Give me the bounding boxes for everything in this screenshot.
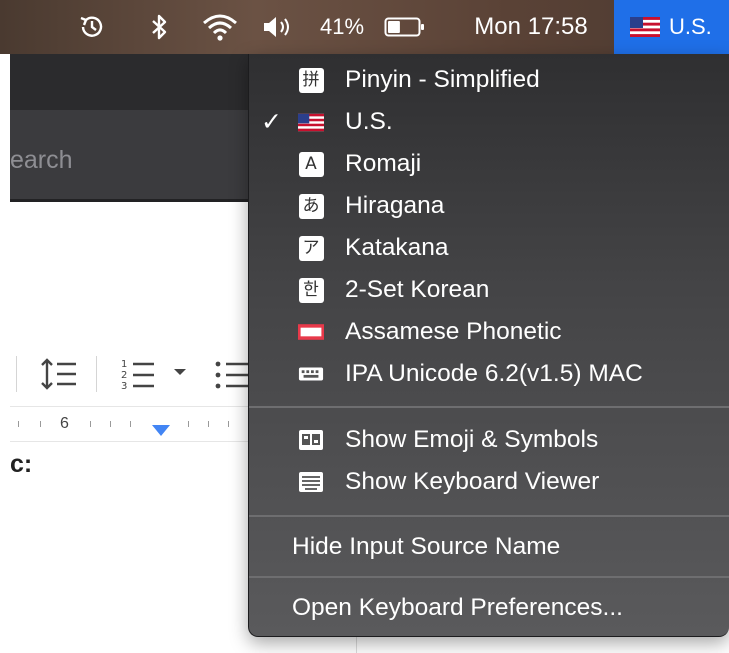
volume-icon[interactable]: [258, 0, 300, 54]
menu-separator: [249, 515, 729, 517]
menu-item-hide-input-source-name[interactable]: Hide Input Source Name: [249, 526, 729, 568]
menu-item-romaji[interactable]: A Romaji: [249, 143, 729, 185]
menu-item-label: Pinyin - Simplified: [345, 66, 540, 93]
ruler-tick: [90, 421, 91, 427]
emoji-symbols-icon: [298, 427, 324, 453]
korean-icon: 한: [298, 277, 324, 303]
ruler-tick: [18, 421, 19, 427]
us-flag-icon: [298, 109, 324, 135]
svg-text:3: 3: [121, 381, 127, 392]
ruler-tick: [40, 421, 41, 427]
app-title-bar: [10, 54, 260, 110]
menu-item-label: Katakana: [345, 234, 449, 261]
document-text: c:: [10, 450, 33, 478]
input-source-label: U.S.: [669, 14, 712, 39]
indent-marker[interactable]: [152, 425, 170, 436]
menu-item-label: Hide Input Source Name: [292, 533, 561, 560]
svg-text:1: 1: [121, 359, 127, 370]
katakana-icon: ア: [298, 235, 324, 261]
search-placeholder: earch: [10, 146, 73, 174]
menu-item-katakana[interactable]: ア Katakana: [249, 227, 729, 269]
app-search-bar[interactable]: earch: [10, 110, 260, 202]
menu-item-pinyin[interactable]: 拼 Pinyin - Simplified: [249, 59, 729, 101]
menu-item-label: Show Emoji & Symbols: [345, 426, 599, 453]
menu-item-korean[interactable]: 한 2-Set Korean: [249, 269, 729, 311]
menu-item-label: 2-Set Korean: [345, 276, 490, 303]
menu-separator: [249, 576, 729, 578]
page-edge: [356, 636, 357, 653]
time-machine-icon[interactable]: [72, 0, 112, 54]
keyboard-viewer-icon: [298, 469, 324, 495]
checkmark-icon: ✓: [261, 108, 282, 136]
ruler-tick: [188, 421, 189, 427]
menu-bar: 41% Mon 17:58 U.S.: [0, 0, 729, 54]
battery-percentage[interactable]: 41%: [320, 0, 376, 54]
svg-text:2: 2: [121, 370, 127, 381]
clock[interactable]: Mon 17:58: [456, 0, 606, 54]
menu-separator: [249, 406, 729, 408]
window-edge: [0, 54, 10, 653]
input-source-menu[interactable]: U.S.: [614, 0, 729, 54]
menu-item-label: Assamese Phonetic: [345, 318, 562, 345]
menu-item-label: U.S.: [345, 108, 393, 135]
hiragana-icon: あ: [298, 193, 324, 219]
toolbar-divider: [96, 356, 97, 392]
doc-ruler[interactable]: 6: [10, 406, 260, 442]
ruler-tick: [130, 421, 131, 427]
numbered-list-icon[interactable]: 1 2 3: [120, 356, 160, 397]
menu-item-ipa[interactable]: IPA Unicode 6.2(v1.5) MAC: [249, 353, 729, 395]
bluetooth-icon[interactable]: [144, 0, 176, 54]
toolbar-divider: [16, 356, 17, 392]
menu-item-assamese[interactable]: Assamese Phonetic: [249, 311, 729, 353]
wifi-icon[interactable]: [196, 0, 244, 54]
ruler-tick: [208, 421, 209, 427]
menu-item-show-emoji[interactable]: Show Emoji & Symbols: [249, 419, 729, 461]
menu-item-label: Hiragana: [345, 192, 445, 219]
menu-item-label: Show Keyboard Viewer: [345, 468, 600, 495]
ruler-number: 6: [60, 415, 69, 432]
menu-item-us[interactable]: ✓ U.S.: [249, 101, 729, 143]
doc-toolbar: 1 2 3: [10, 340, 260, 406]
ruler-tick: [110, 421, 111, 427]
keyboard-icon: [298, 361, 324, 387]
menu-item-hiragana[interactable]: あ Hiragana: [249, 185, 729, 227]
menu-item-label: IPA Unicode 6.2(v1.5) MAC: [345, 360, 643, 387]
ruler-tick: [228, 421, 229, 427]
romaji-icon: A: [298, 151, 324, 177]
menu-item-open-keyboard-preferences[interactable]: Open Keyboard Preferences...: [249, 587, 729, 629]
menu-item-label: Open Keyboard Preferences...: [292, 594, 623, 621]
assamese-flag-icon: [298, 319, 324, 345]
battery-icon[interactable]: [380, 0, 430, 54]
menu-item-keyboard-viewer[interactable]: Show Keyboard Viewer: [249, 461, 729, 503]
us-flag-icon: [630, 17, 660, 37]
line-spacing-icon[interactable]: [40, 356, 80, 397]
input-source-dropdown: 拼 Pinyin - Simplified ✓ U.S. A Romaji あ …: [248, 54, 729, 637]
pinyin-icon: 拼: [298, 67, 324, 93]
menu-item-label: Romaji: [345, 150, 422, 177]
chevron-down-icon[interactable]: [172, 364, 188, 385]
